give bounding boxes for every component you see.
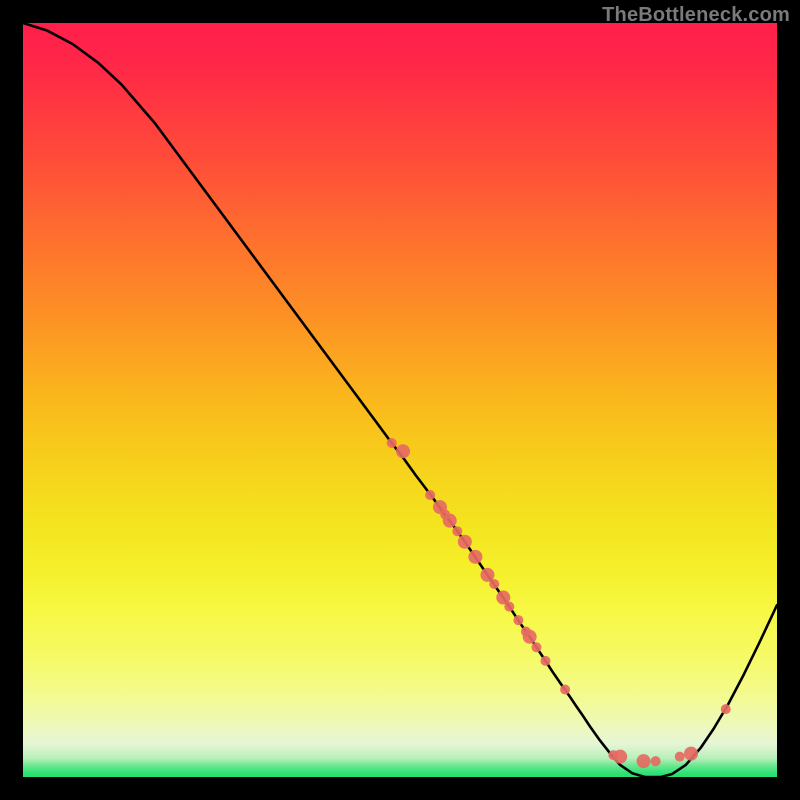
curve-marker xyxy=(396,444,410,458)
bottleneck-plot xyxy=(23,23,777,777)
curve-marker xyxy=(684,747,698,761)
curve-marker xyxy=(651,756,661,766)
curve-marker xyxy=(613,750,627,764)
curve-marker xyxy=(513,615,523,625)
curve-marker xyxy=(675,752,685,762)
curve-marker xyxy=(452,526,462,536)
curve-marker xyxy=(504,602,514,612)
curve-marker xyxy=(523,630,537,644)
curve-marker xyxy=(458,535,472,549)
curve-marker xyxy=(637,754,651,768)
curve-marker xyxy=(425,490,435,500)
curve-marker xyxy=(560,685,570,695)
watermark-text: TheBottleneck.com xyxy=(602,4,790,27)
curve-marker xyxy=(531,642,541,652)
curve-marker xyxy=(721,704,731,714)
plot-background xyxy=(23,23,777,777)
curve-marker xyxy=(489,579,499,589)
curve-marker xyxy=(387,438,397,448)
curve-marker xyxy=(443,514,457,528)
curve-marker xyxy=(468,550,482,564)
curve-marker xyxy=(541,656,551,666)
chart-stage: TheBottleneck.com xyxy=(0,0,800,800)
